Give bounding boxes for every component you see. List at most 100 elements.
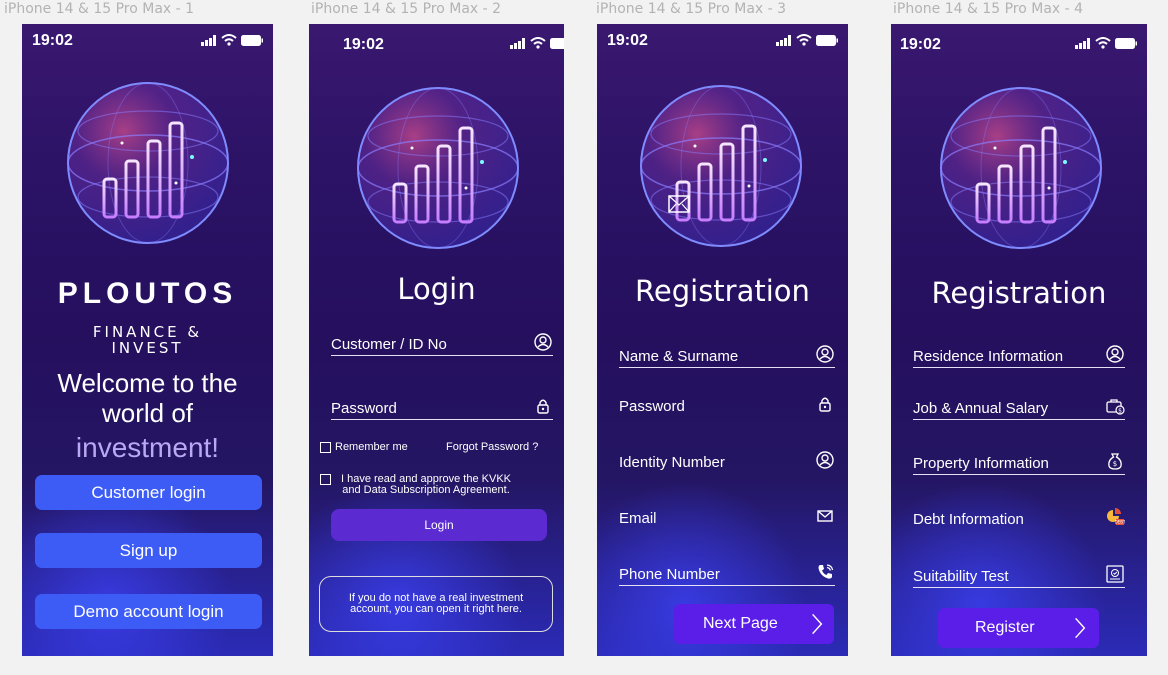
residence-information-label: Residence Information (913, 348, 1064, 365)
page-title: Registration (635, 274, 810, 308)
page-title: Registration (931, 276, 1107, 310)
status-icons (1075, 37, 1137, 49)
debt-information-label: Debt Information (913, 511, 1024, 528)
signal-icon (201, 34, 216, 46)
lock-icon (815, 394, 835, 414)
email-field[interactable]: Email (619, 506, 835, 529)
open-account-info-text: If you do not have a real investment acc… (348, 592, 524, 615)
user-icon (815, 450, 835, 470)
password-label: Password (619, 398, 685, 415)
ploutos-logo-icon (64, 79, 232, 247)
status-icons (510, 37, 564, 49)
email-label: Email (619, 510, 657, 527)
status-time: 19:02 (900, 36, 941, 53)
open-account-info-box[interactable]: If you do not have a real investment acc… (319, 576, 553, 632)
svg-text:$: $ (1118, 408, 1122, 415)
frame-title-2: iPhone 14 & 15 Pro Max - 2 (311, 1, 502, 17)
mail-badge-icon (668, 195, 690, 213)
phone-number-field[interactable]: Phone Number (619, 562, 835, 586)
briefcase-money-icon: $ (1105, 396, 1125, 416)
customer-id-field[interactable]: Customer / ID No (331, 332, 553, 356)
mail-icon (815, 506, 835, 526)
lock-icon (533, 396, 553, 416)
agreement-checkbox[interactable] (320, 474, 331, 485)
job-salary-label: Job & Annual Salary (913, 400, 1049, 417)
status-time: 19:02 (343, 36, 384, 53)
agreement-line2: and Data Subscription Agreement. (342, 484, 510, 496)
welcome-line1: Welcome to the (57, 368, 238, 398)
remember-me-checkbox[interactable] (320, 442, 331, 453)
brand-subtitle-line1: FINANCE & (92, 323, 203, 341)
agreement-text: I have read and approve the KVKK and Dat… (341, 474, 511, 496)
battery-icon (1115, 37, 1137, 49)
checked-document-icon (1105, 564, 1125, 584)
agreement-row: I have read and approve the KVKK and Dat… (320, 474, 511, 496)
demo-account-login-button[interactable]: Demo account login (35, 594, 262, 629)
ploutos-logo-icon (354, 84, 522, 252)
registration-screen-1: 19:02 Registration Name & Surname Passwo… (597, 24, 848, 656)
welcome-heading: Welcome to the world of (22, 368, 273, 428)
name-surname-label: Name & Surname (619, 348, 739, 365)
customer-id-label: Customer / ID No (331, 336, 447, 353)
password-label: Password (331, 400, 397, 417)
suitability-test-label: Suitability Test (913, 568, 1009, 585)
battery-icon (241, 34, 263, 46)
chevron-right-icon (810, 611, 824, 637)
status-icons (776, 34, 838, 46)
wifi-icon (221, 34, 237, 46)
identity-number-label: Identity Number (619, 454, 725, 471)
identity-number-field[interactable]: Identity Number (619, 450, 835, 473)
brand-subtitle: FINANCE & INVEST (22, 324, 273, 356)
password-field[interactable]: Password (331, 396, 553, 420)
battery-icon (550, 37, 564, 49)
page-title: Login (397, 272, 476, 306)
brand-subtitle-line2: INVEST (111, 339, 184, 357)
frame-title-3: iPhone 14 & 15 Pro Max - 3 (596, 1, 787, 17)
battery-icon (816, 34, 838, 46)
status-time: 19:02 (32, 32, 73, 49)
svg-text:$: $ (1113, 460, 1117, 468)
signal-icon (776, 34, 791, 46)
registration-screen-2: 19:02 Registration Residence Information… (891, 24, 1147, 656)
property-information-field[interactable]: Property Information $ (913, 451, 1125, 475)
brand-name: PLOUTOS (57, 277, 238, 310)
user-icon (533, 332, 553, 352)
wifi-icon (530, 37, 546, 49)
welcome-accent: investment! (75, 432, 220, 463)
register-label: Register (975, 619, 1035, 636)
welcome-line2: world of (101, 398, 194, 428)
remember-me-row: Remember me (320, 442, 408, 453)
ploutos-logo-icon (937, 84, 1105, 252)
next-page-button[interactable]: Next Page (674, 604, 834, 644)
customer-login-button[interactable]: Customer login (35, 475, 262, 510)
money-bag-icon: $ (1105, 451, 1125, 471)
svg-text:DEBT: DEBT (1115, 520, 1125, 525)
residence-information-field[interactable]: Residence Information (913, 344, 1125, 368)
status-icons (201, 34, 263, 46)
name-surname-field[interactable]: Name & Surname (619, 344, 835, 368)
debt-chart-icon: DEBT (1105, 507, 1125, 527)
property-information-label: Property Information (913, 455, 1049, 472)
phone-icon (815, 562, 835, 582)
suitability-test-field[interactable]: Suitability Test (913, 564, 1125, 588)
remember-me-label: Remember me (335, 441, 408, 453)
debt-information-field[interactable]: Debt Information DEBT (913, 507, 1125, 530)
password-field[interactable]: Password (619, 394, 835, 417)
forgot-password-link[interactable]: Forgot Password ? (446, 442, 538, 453)
user-icon (1105, 344, 1125, 364)
wifi-icon (796, 34, 812, 46)
sign-up-button[interactable]: Sign up (35, 533, 262, 568)
splash-screen: 19:02 PLOUTOS FINANCE & INVEST Welcome t… (22, 24, 273, 656)
job-salary-field[interactable]: Job & Annual Salary $ (913, 396, 1125, 420)
register-button[interactable]: Register (938, 608, 1099, 648)
ploutos-logo-icon (637, 82, 805, 250)
status-time: 19:02 (607, 32, 648, 49)
wifi-icon (1095, 37, 1111, 49)
phone-number-label: Phone Number (619, 566, 720, 583)
signal-icon (1075, 37, 1090, 49)
frame-title-4: iPhone 14 & 15 Pro Max - 4 (893, 1, 1084, 17)
user-icon (815, 344, 835, 364)
login-screen: 19:02 Login Customer / ID No Password Re… (309, 24, 564, 656)
frame-title-1: iPhone 14 & 15 Pro Max - 1 (4, 1, 195, 17)
login-button[interactable]: Login (331, 509, 547, 541)
